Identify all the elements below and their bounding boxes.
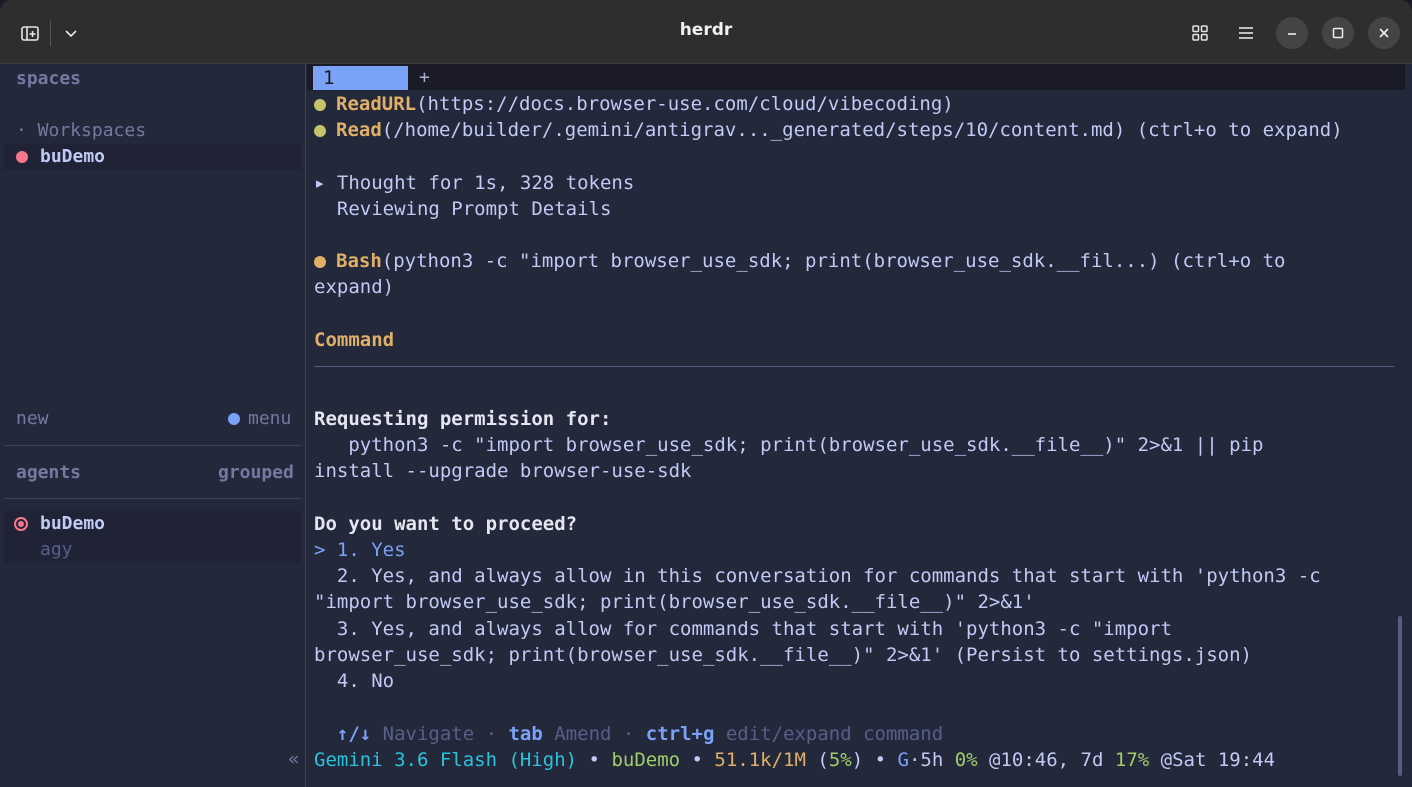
- agent-item-budemo[interactable]: buDemo agy: [4, 511, 301, 563]
- spaces-heading: spaces: [16, 68, 82, 89]
- tool-status-dot-icon: [314, 98, 326, 111]
- space-name: buDemo: [40, 146, 106, 167]
- sidebar-divider: [4, 445, 301, 446]
- title-bar: herdr: [0, 0, 1412, 64]
- new-space-button[interactable]: new: [16, 406, 49, 432]
- option-no[interactable]: 4. No: [314, 668, 394, 694]
- menu-dot-icon: [228, 413, 240, 425]
- status-model: Gemini 3.6 Flash (High): [314, 749, 578, 771]
- hamburger-icon: [1239, 27, 1253, 39]
- option-allow-persist[interactable]: 3. Yes, and always allow for commands th…: [314, 616, 1172, 642]
- status-space: buDemo: [611, 749, 681, 771]
- option-yes[interactable]: > 1. Yes: [314, 537, 406, 563]
- minimize-icon: [1288, 33, 1296, 35]
- tool-line-readurl: ReadURL(https://docs.browser-use.com/clo…: [314, 91, 954, 117]
- option-allow-conversation[interactable]: 2. Yes, and always allow in this convers…: [314, 563, 1321, 589]
- tab-bar: 1 +: [307, 64, 1405, 90]
- status-tokens: 51.1k/1M: [714, 749, 806, 771]
- thought-line[interactable]: ▸ Thought for 1s, 328 tokens: [314, 170, 634, 196]
- agent-name: buDemo: [40, 513, 106, 534]
- space-status-dot-icon: [16, 151, 28, 163]
- status-line: Gemini 3.6 Flash (High) • buDemo • 51.1k…: [314, 749, 1276, 771]
- command-text-line-2: install --upgrade browser-use-sdk: [314, 460, 692, 482]
- scrollbar-thumb[interactable]: [1398, 616, 1402, 776]
- tool-status-dot-icon: [314, 124, 326, 137]
- tool-line-bash: Bash(python3 -c "import browser_use_sdk;…: [314, 248, 1285, 274]
- sidebar-item-budemo-space[interactable]: buDemo: [4, 144, 301, 170]
- menu-button[interactable]: menu: [228, 406, 291, 432]
- collapse-sidebar-button[interactable]: «: [288, 748, 299, 770]
- grid-view-button[interactable]: [1184, 17, 1216, 49]
- tool-pending-dot-icon: [314, 255, 326, 268]
- app-window: herdr spaces · Workspaces buDemo new men…: [0, 0, 1412, 787]
- command-text-line-1: python3 -c "import browser_use_sdk; prin…: [314, 434, 1264, 456]
- add-tab-button[interactable]: +: [419, 66, 430, 90]
- status-context-pct: 5%: [828, 749, 852, 771]
- status-7d-pct: 17%: [1114, 749, 1150, 771]
- permission-heading: Requesting permission for:: [314, 408, 612, 430]
- command-divider: [314, 366, 1394, 367]
- hamburger-menu-button[interactable]: [1230, 17, 1262, 49]
- agent-sub: agy: [40, 539, 73, 560]
- tool-line-bash-wrap: expand): [314, 276, 395, 298]
- grid-icon: [1192, 25, 1208, 41]
- key-hints: ↑/↓ Navigate · tab Amend · ctrl+g edit/e…: [314, 723, 944, 745]
- close-icon: [1379, 28, 1389, 38]
- close-button[interactable]: [1368, 17, 1400, 49]
- agent-status-ring-icon: [14, 517, 28, 531]
- agents-heading: agents: [16, 462, 82, 483]
- maximize-icon: [1332, 27, 1344, 39]
- grouped-toggle[interactable]: grouped: [218, 460, 294, 486]
- sidebar-divider-agents: [4, 498, 301, 499]
- menu-label: menu: [248, 408, 292, 429]
- sidebar-item-workspaces[interactable]: · Workspaces: [16, 118, 146, 144]
- proceed-question: Do you want to proceed?: [314, 513, 578, 535]
- maximize-button[interactable]: [1322, 17, 1354, 49]
- status-5h-pct: 0%: [954, 749, 978, 771]
- thought-summary: Reviewing Prompt Details: [314, 198, 612, 220]
- terminal-pane[interactable]: 1 + ReadURL(https://docs.browser-use.com…: [307, 64, 1412, 787]
- option-allow-conversation-wrap[interactable]: "import browser_use_sdk; print(browser_u…: [314, 589, 1035, 615]
- tool-line-read: Read(/home/builder/.gemini/antigrav..._g…: [314, 117, 1343, 143]
- tab-1[interactable]: 1: [313, 66, 408, 90]
- title-bar-right: [1184, 17, 1400, 49]
- command-heading: Command: [314, 329, 395, 351]
- option-allow-persist-wrap[interactable]: browser_use_sdk; print(browser_use_sdk._…: [314, 642, 1252, 668]
- sidebar: spaces · Workspaces buDemo new menu agen…: [0, 64, 306, 787]
- minimize-button[interactable]: [1276, 17, 1308, 49]
